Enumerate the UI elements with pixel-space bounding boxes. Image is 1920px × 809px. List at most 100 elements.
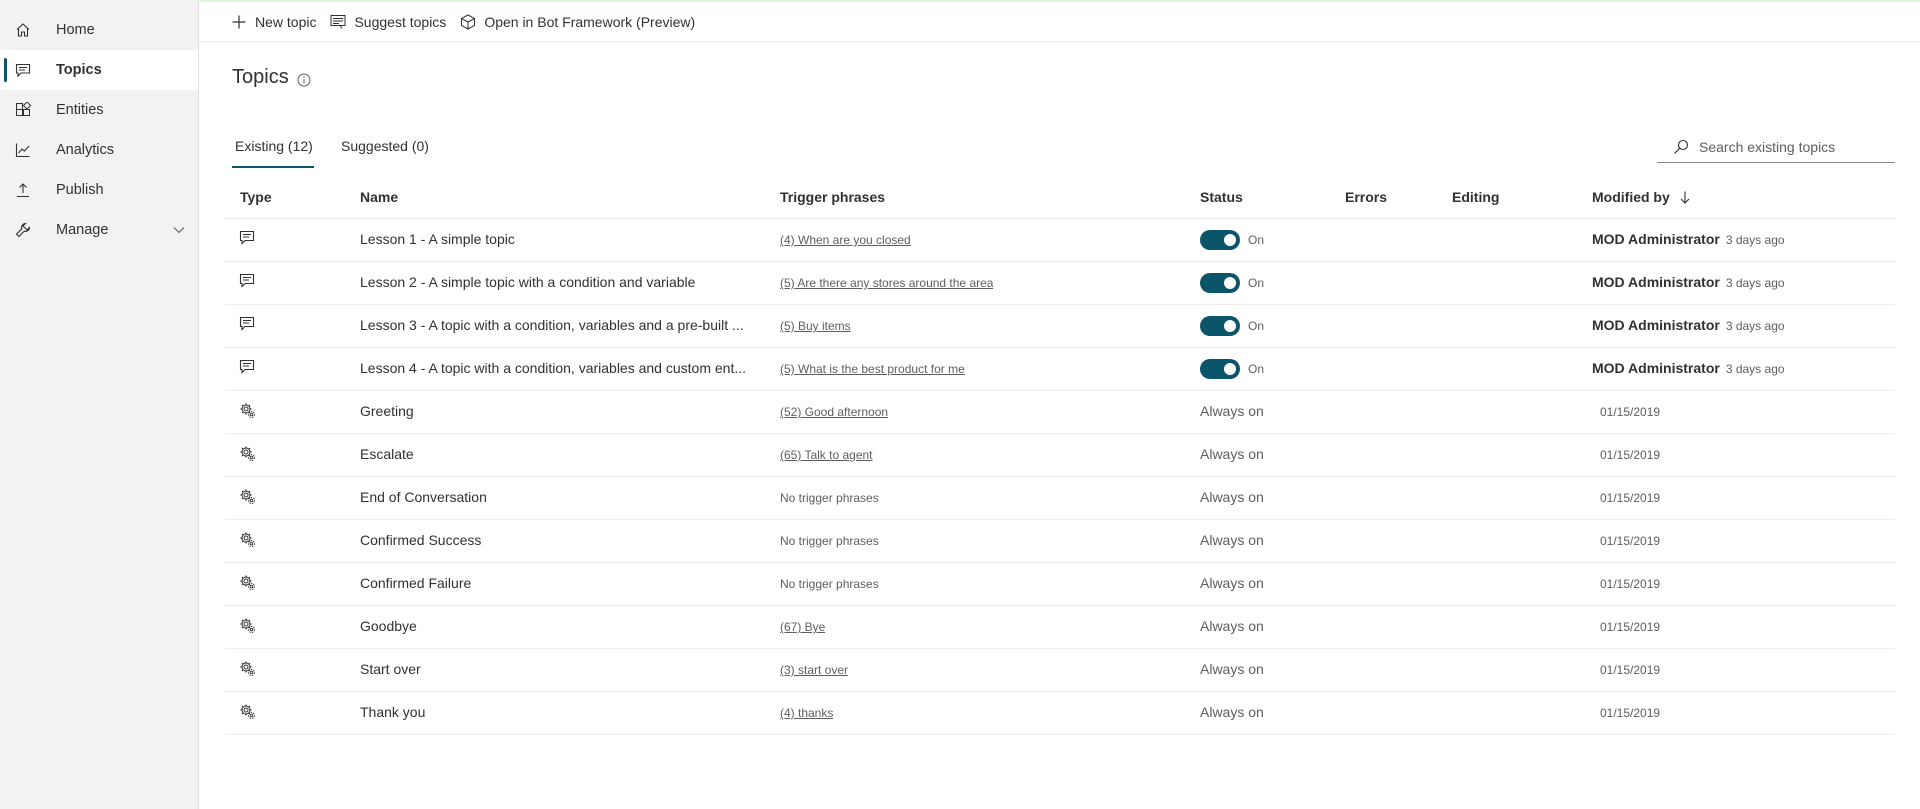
table-row[interactable]: Thank you (4) thanks Always on 01/15/2019 xyxy=(225,692,1895,735)
chat-topic-icon xyxy=(239,316,257,334)
nav-item-publish[interactable]: Publish xyxy=(0,170,198,210)
modified-time: 3 days ago xyxy=(1725,362,1785,376)
topic-name[interactable]: Lesson 1 - A simple topic xyxy=(360,231,750,247)
column-name[interactable]: Name xyxy=(360,189,398,205)
modified-date: 01/15/2019 xyxy=(1600,448,1661,462)
column-trigger-phrases[interactable]: Trigger phrases xyxy=(780,189,885,205)
table-body: Lesson 1 - A simple topic (4) When are yo… xyxy=(225,219,1895,735)
column-type[interactable]: Type xyxy=(240,189,272,205)
topic-name[interactable]: Greeting xyxy=(360,403,750,419)
tab-active-indicator xyxy=(232,166,314,168)
suggest-topics-button[interactable]: Suggest topics xyxy=(330,14,446,30)
table-row[interactable]: Confirmed Failure No trigger phrases Alway… xyxy=(225,563,1895,606)
topic-name[interactable]: Escalate xyxy=(360,446,750,462)
trigger-phrases[interactable]: (65) Talk to agent xyxy=(780,448,873,462)
trigger-phrases[interactable]: (4) thanks xyxy=(780,706,833,720)
topic-name[interactable]: Confirmed Failure xyxy=(360,575,750,591)
trigger-phrases[interactable]: (4) When are you closed xyxy=(780,233,911,247)
trigger-phrases: No trigger phrases xyxy=(780,491,879,505)
chat-topic-icon xyxy=(239,230,257,248)
modified-date: 01/15/2019 xyxy=(1600,663,1661,677)
modified-by: MOD Administrator 3 days ago xyxy=(1592,317,1785,333)
status-label: Always on xyxy=(1200,403,1264,419)
modified-by-name: MOD Administrator xyxy=(1592,231,1720,247)
topic-name[interactable]: Goodbye xyxy=(360,618,750,634)
modified-date: 01/15/2019 xyxy=(1600,534,1661,548)
trigger-phrases[interactable]: (5) Are there any stores around the area xyxy=(780,276,993,290)
system-topic-icon xyxy=(239,531,257,549)
column-errors[interactable]: Errors xyxy=(1345,189,1387,205)
status-toggle[interactable] xyxy=(1200,273,1240,293)
publish-icon xyxy=(14,181,32,199)
topic-name[interactable]: Lesson 2 - A simple topic with a conditi… xyxy=(360,274,750,290)
trigger-phrases: No trigger phrases xyxy=(780,577,879,591)
table-row[interactable]: Lesson 3 - A topic with a condition, var… xyxy=(225,305,1895,348)
status-label: On xyxy=(1248,319,1265,333)
system-topic-icon xyxy=(239,574,257,592)
topic-name[interactable]: Confirmed Success xyxy=(360,532,750,548)
trigger-phrases[interactable]: (52) Good afternoon xyxy=(780,405,888,419)
topic-name[interactable]: End of Conversation xyxy=(360,489,750,505)
tab-suggested[interactable]: Suggested (0) xyxy=(341,136,429,168)
chat-icon xyxy=(14,61,32,79)
home-icon xyxy=(14,21,32,39)
nav-item-topics[interactable]: Topics xyxy=(0,50,198,90)
chat-topic-icon xyxy=(239,359,257,377)
nav-label-analytics: Analytics xyxy=(56,142,115,158)
column-editing[interactable]: Editing xyxy=(1452,189,1499,205)
info-icon[interactable] xyxy=(297,73,311,87)
trigger-phrases[interactable]: (5) Buy items xyxy=(780,319,851,333)
system-topic-icon xyxy=(239,488,257,506)
status-label: Always on xyxy=(1200,704,1264,720)
table-row[interactable]: Start over (3) start over Always on 01/15/2… xyxy=(225,649,1895,692)
topic-name[interactable]: Lesson 3 - A topic with a condition, var… xyxy=(360,317,750,333)
sort-down-icon xyxy=(1680,191,1690,204)
table-row[interactable]: Lesson 2 - A simple topic with a conditi… xyxy=(225,262,1895,305)
chevron-down-icon[interactable] xyxy=(172,223,186,237)
nav-item-analytics[interactable]: Analytics xyxy=(0,130,198,170)
trigger-phrases[interactable]: (67) Bye xyxy=(780,620,825,634)
table-row[interactable]: Lesson 1 - A simple topic (4) When are yo… xyxy=(225,219,1895,262)
topic-name[interactable]: Lesson 4 - A topic with a condition, var… xyxy=(360,360,750,376)
modified-by: MOD Administrator 3 days ago xyxy=(1592,360,1785,376)
tab-existing[interactable]: Existing (12) xyxy=(235,136,313,168)
status-label: Always on xyxy=(1200,532,1264,548)
status-toggle[interactable] xyxy=(1200,316,1240,336)
cube-icon xyxy=(460,13,476,30)
status-label: Always on xyxy=(1200,489,1264,505)
status-label: Always on xyxy=(1200,618,1264,634)
table-row[interactable]: Greeting (52) Good afternoon Always on 01/1… xyxy=(225,391,1895,434)
modified-date: 01/15/2019 xyxy=(1600,620,1661,634)
modified-date: 01/15/2019 xyxy=(1600,491,1661,505)
nav-item-home[interactable]: Home xyxy=(0,10,198,50)
modified-time: 3 days ago xyxy=(1725,233,1785,247)
search-icon xyxy=(1674,139,1689,154)
table-row[interactable]: Escalate (65) Talk to agent Always on 01/15… xyxy=(225,434,1895,477)
table-row[interactable]: Goodbye (67) Bye Always on 01/15/2019 xyxy=(225,606,1895,649)
modified-date: 01/15/2019 xyxy=(1600,706,1661,720)
system-topic-icon xyxy=(239,660,257,678)
nav-label-publish: Publish xyxy=(56,182,104,198)
column-modified-by[interactable]: Modified by xyxy=(1592,189,1690,205)
topic-name[interactable]: Start over xyxy=(360,661,750,677)
new-topic-button[interactable]: New topic xyxy=(231,14,316,30)
nav-item-manage[interactable]: Manage xyxy=(0,210,198,250)
status-toggle[interactable] xyxy=(1200,359,1240,379)
trigger-phrases[interactable]: (5) What is the best product for me xyxy=(780,362,965,376)
table-row[interactable]: Confirmed Success No trigger phrases Alway… xyxy=(225,520,1895,563)
table-row[interactable]: Lesson 4 - A topic with a condition, var… xyxy=(225,348,1895,391)
open-bot-framework-button[interactable]: Open in Bot Framework (Preview) xyxy=(460,14,695,30)
status-toggle[interactable] xyxy=(1200,230,1240,250)
page-title: Topics xyxy=(232,66,289,88)
column-status[interactable]: Status xyxy=(1200,189,1243,205)
modified-by-name: MOD Administrator xyxy=(1592,360,1720,376)
search-input[interactable] xyxy=(1699,139,1889,155)
nav-item-entities[interactable]: Entities xyxy=(0,90,198,130)
modified-by: MOD Administrator 3 days ago xyxy=(1592,274,1785,290)
sidebar: Home Topics Entities Analytics Publish M… xyxy=(0,0,199,809)
topic-name[interactable]: Thank you xyxy=(360,704,750,720)
trigger-phrases[interactable]: (3) start over xyxy=(780,663,848,677)
nav-label-topics: Topics xyxy=(56,62,102,78)
entities-icon xyxy=(14,101,32,119)
table-row[interactable]: End of Conversation No trigger phrases Alw… xyxy=(225,477,1895,520)
